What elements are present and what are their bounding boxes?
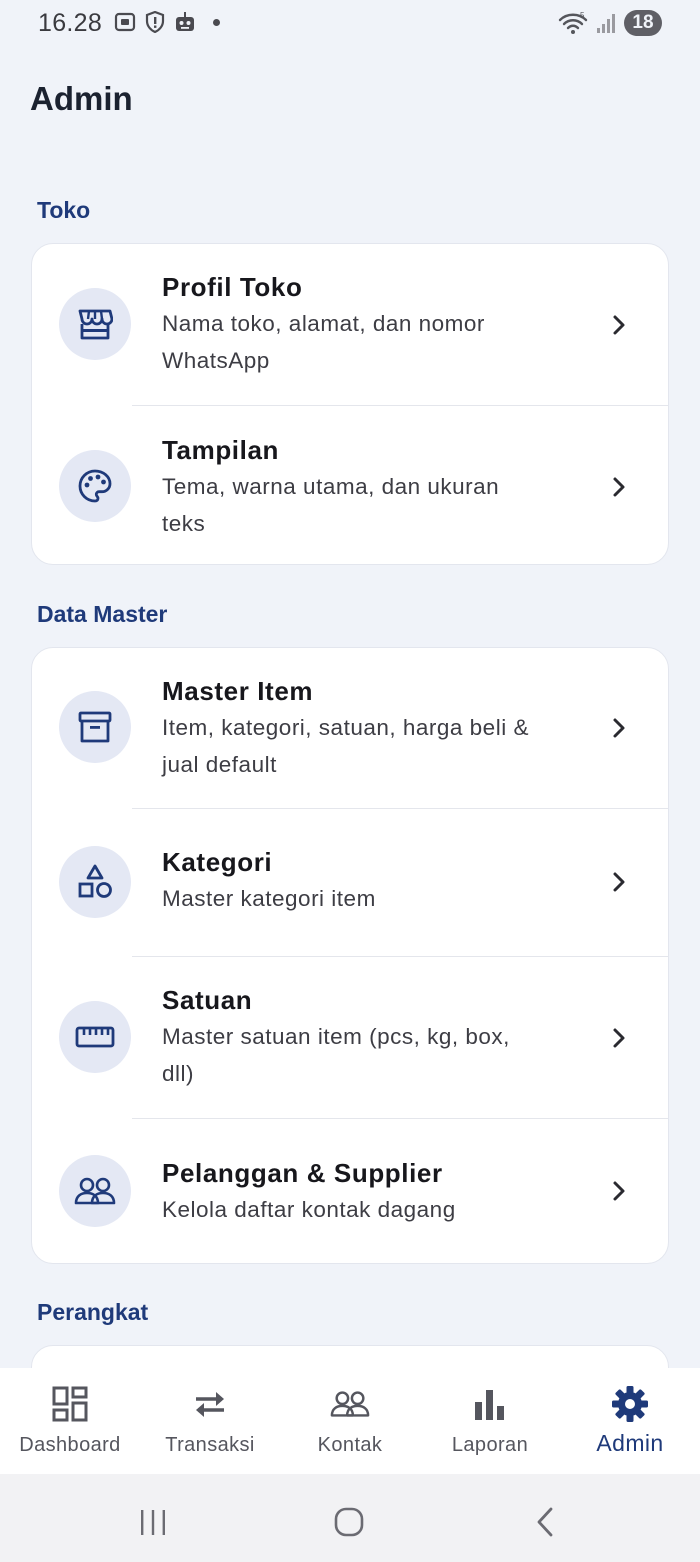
page-title: Admin bbox=[30, 80, 133, 117]
card-data-master: Master Item Item, kategori, satuan, harg… bbox=[31, 647, 669, 1264]
menu-item-title: Tampilan bbox=[162, 435, 280, 465]
menu-item-profil-toko[interactable]: Profil Toko Nama toko, alamat, dan nomor… bbox=[32, 244, 668, 405]
nav-item-kontak[interactable]: Kontak bbox=[280, 1368, 420, 1474]
notification-dot bbox=[213, 18, 220, 26]
nav-label: Admin bbox=[596, 1430, 664, 1456]
menu-item-title: Pelanggan & Supplier bbox=[162, 1158, 443, 1188]
card-toko: Profil Toko Nama toko, alamat, dan nomor… bbox=[31, 243, 669, 565]
menu-item-subtitle: Item, kategori, satuan, harga beli & jual… bbox=[162, 715, 529, 777]
archive-icon-circle bbox=[59, 691, 131, 763]
chevron-right-icon bbox=[613, 315, 625, 335]
status-bar: 16.28 5 18 bbox=[0, 0, 700, 50]
status-icons-left bbox=[114, 11, 220, 33]
shapes-icon bbox=[78, 864, 112, 898]
menu-item-subtitle: Tema, warna utama, dan ukuran teks bbox=[162, 474, 500, 536]
nav-label: Laporan bbox=[451, 1434, 529, 1456]
gear-icon bbox=[612, 1386, 648, 1422]
alert-shield-icon bbox=[145, 11, 165, 33]
palette-icon bbox=[78, 469, 112, 503]
bar-chart-icon bbox=[475, 1390, 504, 1420]
store-icon bbox=[78, 309, 113, 340]
status-icons-right: 5 18 bbox=[558, 10, 662, 36]
chevron-right-icon bbox=[613, 477, 625, 497]
nav-item-transaksi[interactable]: Transaksi bbox=[140, 1368, 280, 1474]
svg-text:5: 5 bbox=[580, 11, 585, 20]
home-button[interactable] bbox=[329, 1504, 369, 1540]
menu-item-kategori[interactable]: Kategori Master kategori item bbox=[32, 808, 668, 956]
menu-item-pelanggan-supplier[interactable]: Pelanggan & Supplier Kelola daftar konta… bbox=[32, 1118, 668, 1263]
nav-item-laporan[interactable]: Laporan bbox=[420, 1368, 560, 1474]
dashboard-icon bbox=[52, 1386, 88, 1422]
menu-item-master-item[interactable]: Master Item Item, kategori, satuan, harg… bbox=[32, 648, 668, 808]
menu-item-tampilan[interactable]: Tampilan Tema, warna utama, dan ukuran te… bbox=[32, 405, 668, 564]
section-title-data-master: Data Master bbox=[37, 601, 168, 627]
menu-item-subtitle: Master satuan item (pcs, kg, box, dll) bbox=[162, 1024, 510, 1086]
menu-item-title: Satuan bbox=[162, 985, 253, 1015]
nav-label: Transaksi bbox=[165, 1434, 255, 1456]
section-title-toko: Toko bbox=[37, 197, 91, 223]
chevron-right-icon bbox=[613, 718, 625, 738]
menu-item-subtitle: Master kategori item bbox=[162, 886, 376, 911]
signal-icon bbox=[597, 14, 615, 33]
recent-apps-button[interactable] bbox=[133, 1504, 173, 1540]
chevron-right-icon bbox=[613, 1181, 625, 1201]
robot-icon bbox=[176, 12, 194, 31]
status-time: 16.28 bbox=[38, 9, 103, 37]
nav-label: Dashboard bbox=[19, 1434, 121, 1456]
shapes-icon-circle bbox=[59, 846, 131, 918]
ruler-icon bbox=[75, 1026, 115, 1048]
nav-item-dashboard[interactable]: Dashboard bbox=[0, 1368, 140, 1474]
ruler-icon-circle bbox=[59, 1001, 131, 1073]
screenshot-icon bbox=[114, 12, 136, 32]
people-icon-circle bbox=[59, 1155, 131, 1227]
home-icon bbox=[334, 1507, 364, 1537]
swap-arrows-icon bbox=[196, 1392, 224, 1417]
menu-item-title: Profil Toko bbox=[162, 272, 303, 302]
menu-item-subtitle: Kelola daftar kontak dagang bbox=[162, 1197, 456, 1222]
nav-label: Kontak bbox=[317, 1434, 383, 1456]
menu-item-subtitle: Nama toko, alamat, dan nomor WhatsApp bbox=[162, 311, 485, 373]
back-icon bbox=[537, 1507, 553, 1537]
chevron-right-icon bbox=[613, 872, 625, 892]
menu-item-title: Kategori bbox=[162, 847, 273, 877]
bottom-navigation: Dashboard Transaksi Kontak Laporan Admin bbox=[0, 1368, 700, 1474]
menu-item-satuan[interactable]: Satuan Master satuan item (pcs, kg, box,… bbox=[32, 956, 668, 1118]
people-icon bbox=[330, 1391, 370, 1417]
system-navigation-bar bbox=[0, 1474, 700, 1562]
battery-indicator: 18 bbox=[624, 10, 662, 36]
nav-item-admin[interactable]: Admin bbox=[560, 1368, 700, 1474]
palette-icon-circle bbox=[59, 450, 131, 522]
archive-box-icon bbox=[78, 711, 112, 743]
wifi-icon: 5 bbox=[558, 11, 588, 34]
menu-item-title: Master Item bbox=[162, 676, 314, 706]
chevron-right-icon bbox=[613, 1028, 625, 1048]
back-button[interactable] bbox=[525, 1504, 565, 1540]
store-icon-circle bbox=[59, 288, 131, 360]
recent-apps-icon bbox=[141, 1510, 165, 1535]
section-title-perangkat: Perangkat bbox=[37, 1299, 149, 1325]
people-icon bbox=[74, 1177, 116, 1205]
admin-screen: 16.28 5 18 Admin Toko Profil Toko Nama t… bbox=[0, 0, 700, 1562]
